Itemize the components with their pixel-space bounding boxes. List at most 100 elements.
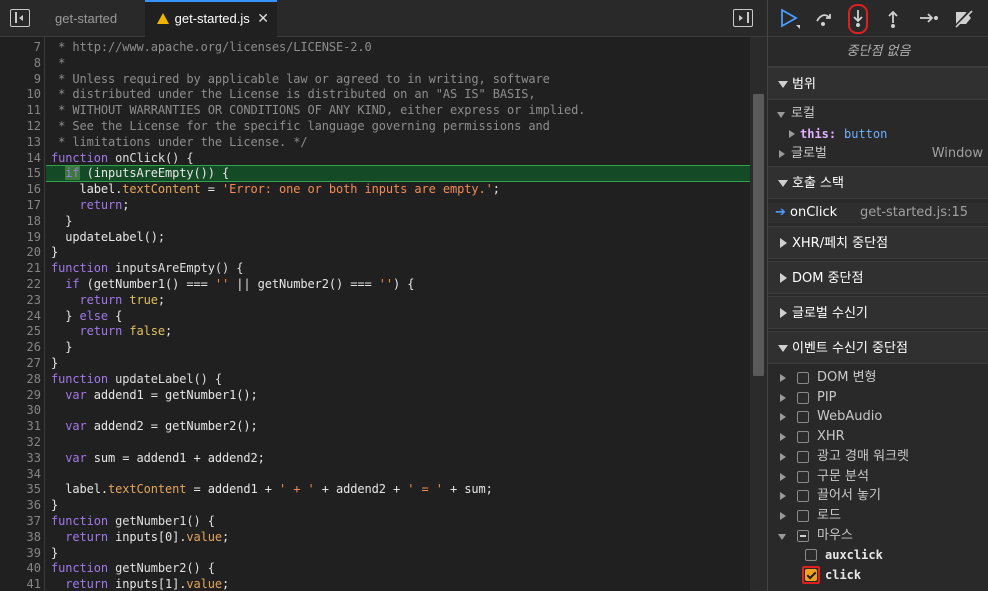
line-number[interactable]: 19 xyxy=(0,230,41,246)
section-event-listener-breakpoints[interactable]: 이벤트 수신기 중단점 xyxy=(768,331,988,364)
code-token: ; xyxy=(222,529,230,544)
close-icon[interactable]: ✕ xyxy=(257,2,269,35)
step-icon xyxy=(920,13,938,23)
section-global-listeners[interactable]: 글로벌 수신기 xyxy=(768,296,988,329)
event-category-checkbox[interactable] xyxy=(797,450,809,463)
event-category-label: WebAudio xyxy=(817,409,883,425)
line-number-gutter[interactable]: 7 8 9 10 11 12 13 14 15 16 17 18 19 20 21 22 23 24 25 26 27 2… xyxy=(0,37,45,591)
event-category-checkbox[interactable] xyxy=(797,372,809,384)
line-number[interactable]: 11 xyxy=(0,103,41,119)
line-number[interactable]: 37 xyxy=(0,514,41,530)
code-token: value xyxy=(186,577,222,591)
line-number[interactable]: 10 xyxy=(0,87,41,103)
line-number[interactable]: 38 xyxy=(0,530,41,546)
event-category-label: 구문 분석 xyxy=(817,468,869,484)
scope-this-row[interactable]: this: button xyxy=(768,124,988,144)
line-number[interactable]: 31 xyxy=(0,419,41,435)
code-line: * distributed under the License is distr… xyxy=(51,87,535,103)
code-line: * See the License for the specific langu… xyxy=(51,119,550,135)
call-frame-row[interactable]: ➔ onClick get-started.js:15 xyxy=(768,203,988,223)
event-category-row[interactable]: XHR xyxy=(768,427,988,447)
line-number[interactable]: 7 xyxy=(0,40,41,56)
line-number[interactable]: 33 xyxy=(0,451,41,467)
scope-global[interactable]: 글로벌 Window xyxy=(768,144,988,164)
event-category-row[interactable]: 마우스 xyxy=(768,526,988,546)
editor-scrollbar[interactable] xyxy=(750,37,767,591)
code-line: } xyxy=(51,498,58,514)
event-category-row[interactable]: DOM 변형 xyxy=(768,368,988,388)
line-number[interactable]: 18 xyxy=(0,214,41,230)
line-number[interactable]: 26 xyxy=(0,340,41,356)
scope-global-value: Window xyxy=(931,146,983,161)
event-category-checkbox[interactable] xyxy=(797,391,809,404)
event-category-checkbox[interactable] xyxy=(797,529,809,542)
scope-local-label: 로컬 xyxy=(791,106,815,121)
event-category-checkbox[interactable] xyxy=(797,431,809,444)
chevron-down-icon xyxy=(778,81,788,88)
line-number[interactable]: 20 xyxy=(0,245,41,261)
event-category-checkbox[interactable] xyxy=(797,490,809,503)
line-number[interactable]: 16 xyxy=(0,182,41,198)
editor-tabbar: get-started get-started.js ✕ xyxy=(0,0,767,37)
section-xhr-breakpoints[interactable]: XHR/페치 중단점 xyxy=(768,226,988,259)
event-category-checkbox[interactable] xyxy=(797,411,809,424)
line-number[interactable]: 13 xyxy=(0,135,41,151)
tab-get-started-js[interactable]: get-started.js ✕ xyxy=(145,0,277,37)
line-number[interactable]: 36 xyxy=(0,498,41,514)
event-checkbox[interactable] xyxy=(805,549,817,562)
line-number[interactable]: 21 xyxy=(0,261,41,277)
step-over-button[interactable] xyxy=(806,0,840,37)
section-call-stack[interactable]: 호출 스택 xyxy=(768,166,988,199)
deactivate-breakpoints-button[interactable] xyxy=(946,0,980,37)
editor-scrollbar-thumb[interactable] xyxy=(753,94,764,376)
code-token: sum = addend1 + addend2; xyxy=(86,450,265,465)
line-number[interactable]: 24 xyxy=(0,309,41,325)
tab-get-started[interactable]: get-started xyxy=(45,0,145,37)
section-dom-breakpoints[interactable]: DOM 중단점 xyxy=(768,261,988,294)
step-into-button[interactable] xyxy=(841,0,875,37)
event-category-checkbox[interactable] xyxy=(797,509,809,522)
toggle-navigator-icon[interactable] xyxy=(10,9,30,27)
event-category-row[interactable]: WebAudio xyxy=(768,407,988,427)
event-category-row[interactable]: 로드 xyxy=(768,506,988,526)
event-row[interactable]: click xyxy=(768,565,988,585)
line-number[interactable]: 15 xyxy=(0,166,41,182)
line-number[interactable]: 9 xyxy=(0,72,41,88)
event-label: auxclick xyxy=(825,548,883,563)
event-category-checkbox[interactable] xyxy=(797,470,809,483)
toggle-debugger-icon[interactable] xyxy=(733,9,753,27)
event-row[interactable]: auxclick xyxy=(768,545,988,565)
step-button[interactable] xyxy=(911,0,945,37)
line-number[interactable]: 41 xyxy=(0,577,41,591)
line-number[interactable]: 22 xyxy=(0,277,41,293)
line-number[interactable]: 40 xyxy=(0,561,41,577)
line-number[interactable]: 30 xyxy=(0,403,41,419)
line-number[interactable]: 12 xyxy=(0,119,41,135)
event-category-row[interactable]: PIP xyxy=(768,388,988,408)
code-token: ; xyxy=(122,198,130,212)
step-out-button[interactable] xyxy=(876,0,910,37)
code-editor[interactable]: 7 8 9 10 11 12 13 14 15 16 17 18 19 20 21 22 23 24 25 26 27 2… xyxy=(0,37,750,591)
event-category-row[interactable]: 구문 분석 xyxy=(768,467,988,487)
resume-button[interactable] xyxy=(772,0,806,37)
code-token: label. xyxy=(51,482,108,497)
line-number[interactable]: 34 xyxy=(0,467,41,483)
line-number[interactable]: 29 xyxy=(0,388,41,404)
code-line: * xyxy=(51,56,65,72)
line-number[interactable]: 27 xyxy=(0,356,41,372)
line-number[interactable]: 25 xyxy=(0,324,41,340)
line-number[interactable]: 35 xyxy=(0,482,41,498)
line-number[interactable]: 23 xyxy=(0,293,41,309)
section-scope[interactable]: 범위 xyxy=(768,67,988,100)
event-category-row[interactable]: 끌어서 놓기 xyxy=(768,486,988,506)
line-number[interactable]: 32 xyxy=(0,435,41,451)
scope-local[interactable]: 로컬 xyxy=(768,104,988,124)
code-token: var xyxy=(65,450,87,465)
line-number[interactable]: 14 xyxy=(0,151,41,167)
line-number[interactable]: 28 xyxy=(0,372,41,388)
line-number[interactable]: 17 xyxy=(0,198,41,214)
code-token: function xyxy=(51,514,116,528)
line-number[interactable]: 39 xyxy=(0,546,41,562)
event-category-row[interactable]: 광고 경매 워크렛 xyxy=(768,447,988,467)
line-number[interactable]: 8 xyxy=(0,56,41,72)
